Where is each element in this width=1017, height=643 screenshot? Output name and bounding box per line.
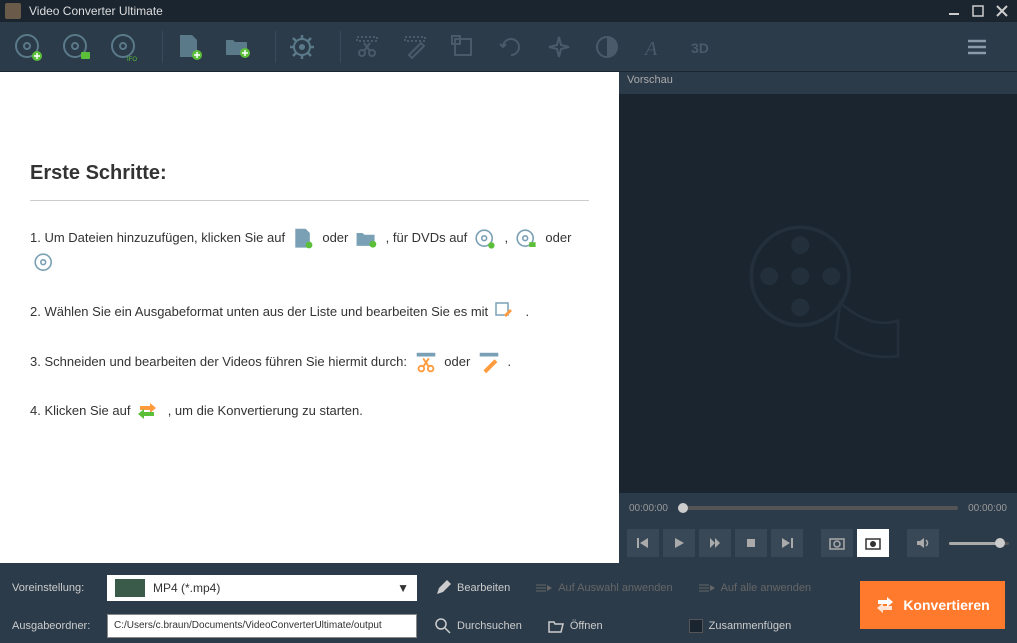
snapshot-button[interactable] <box>821 529 853 557</box>
app-title: Video Converter Ultimate <box>29 4 940 18</box>
volume-slider[interactable] <box>949 542 1009 545</box>
svg-text:IFO: IFO <box>127 57 137 62</box>
maximize-button[interactable] <box>968 3 988 19</box>
main-toolbar: IFO A 3D <box>0 22 1017 72</box>
disc-plus-icon <box>473 227 499 251</box>
cut-button[interactable] <box>349 29 385 65</box>
preview-canvas <box>619 94 1017 493</box>
settings-button[interactable] <box>284 29 320 65</box>
preview-pane: Vorschau 00:00:00 00:00:00 <box>619 72 1017 563</box>
minimize-button[interactable] <box>944 3 964 19</box>
apply-all-icon <box>699 582 715 594</box>
convert-icon <box>136 400 162 424</box>
getting-started-title: Erste Schritte: <box>30 162 589 185</box>
player-controls <box>619 523 1017 563</box>
step-1: 1. Um Dateien hinzuzufügen, klicken Sie … <box>30 226 589 275</box>
toolbar-separator <box>340 31 341 63</box>
close-button[interactable] <box>992 3 1012 19</box>
prev-button[interactable] <box>627 529 659 557</box>
open-folder-button[interactable]: Öffnen <box>540 619 611 633</box>
edit-preset-button[interactable]: Bearbeiten <box>427 580 518 596</box>
enhance-button[interactable] <box>541 29 577 65</box>
app-icon <box>5 3 21 19</box>
add-file-button[interactable] <box>171 29 207 65</box>
svg-text:3D: 3D <box>691 40 709 56</box>
3d-button[interactable]: 3D <box>685 29 721 65</box>
add-disc-folder-button[interactable] <box>58 29 94 65</box>
add-folder-button[interactable] <box>219 29 255 65</box>
preset-thumb-icon <box>115 579 145 597</box>
time-current: 00:00:00 <box>629 503 668 514</box>
step-2: 2. Wählen Sie ein Ausgabeformat unten au… <box>30 300 589 325</box>
apply-icon <box>536 582 552 594</box>
preset-value: MP4 (*.mp4) <box>153 581 220 595</box>
merge-checkbox[interactable] <box>689 619 703 633</box>
apply-all-button: Auf alle anwenden <box>691 582 820 594</box>
search-icon <box>435 618 451 634</box>
step-button[interactable] <box>699 529 731 557</box>
disc-ifo-icon <box>32 251 58 275</box>
snapshot-folder-button[interactable] <box>857 529 889 557</box>
add-disc-button[interactable] <box>10 29 46 65</box>
menu-button[interactable] <box>959 29 995 65</box>
folder-open-icon <box>548 619 564 633</box>
convert-icon <box>875 595 895 615</box>
time-total: 00:00:00 <box>968 503 1007 514</box>
film-reel-icon <box>728 214 908 374</box>
edit-preset-icon <box>494 301 520 325</box>
next-button[interactable] <box>771 529 803 557</box>
stop-button[interactable] <box>735 529 767 557</box>
folder-plus-icon <box>354 227 380 251</box>
titlebar: Video Converter Ultimate <box>0 0 1017 22</box>
timeline[interactable]: 00:00:00 00:00:00 <box>619 493 1017 523</box>
volume-button[interactable] <box>907 529 939 557</box>
pencil-icon <box>435 580 451 596</box>
crop-button[interactable] <box>445 29 481 65</box>
toolbar-separator <box>162 31 163 63</box>
disc-folder-icon <box>514 227 540 251</box>
contrast-button[interactable] <box>589 29 625 65</box>
video-edit-icon <box>476 350 502 374</box>
file-plus-icon <box>291 227 317 251</box>
toolbar-separator <box>275 31 276 63</box>
apply-selection-button: Auf Auswahl anwenden <box>528 582 680 594</box>
dropdown-arrow-icon: ▼ <box>397 581 409 595</box>
bottom-bar: Voreinstellung: MP4 (*.mp4) ▼ Bearbeiten… <box>0 563 1017 643</box>
convert-button[interactable]: Konvertieren <box>860 581 1005 629</box>
output-label: Ausgabeordner: <box>12 620 97 632</box>
preset-dropdown[interactable]: MP4 (*.mp4) ▼ <box>107 575 417 601</box>
svg-text:A: A <box>643 38 658 60</box>
cut-icon <box>413 350 439 374</box>
browse-button[interactable]: Durchsuchen <box>427 618 530 634</box>
file-list-pane: Erste Schritte: 1. Um Dateien hinzuzufüg… <box>0 72 619 563</box>
edit-video-button[interactable] <box>397 29 433 65</box>
divider <box>30 200 589 201</box>
play-button[interactable] <box>663 529 695 557</box>
step-4: 4. Klicken Sie auf , um die Konvertierun… <box>30 399 589 424</box>
preview-header: Vorschau <box>619 72 1017 94</box>
merge-checkbox-row[interactable]: Zusammenfügen <box>681 619 800 633</box>
rotate-button[interactable] <box>493 29 529 65</box>
watermark-button[interactable]: A <box>637 29 673 65</box>
add-disc-ifo-button[interactable]: IFO <box>106 29 142 65</box>
output-folder-input[interactable]: C:/Users/c.braun/Documents/VideoConverte… <box>107 614 417 638</box>
timeline-track[interactable] <box>678 506 958 510</box>
step-3: 3. Schneiden und bearbeiten der Videos f… <box>30 350 589 375</box>
preset-label: Voreinstellung: <box>12 582 97 594</box>
content-area: Erste Schritte: 1. Um Dateien hinzuzufüg… <box>0 72 1017 563</box>
